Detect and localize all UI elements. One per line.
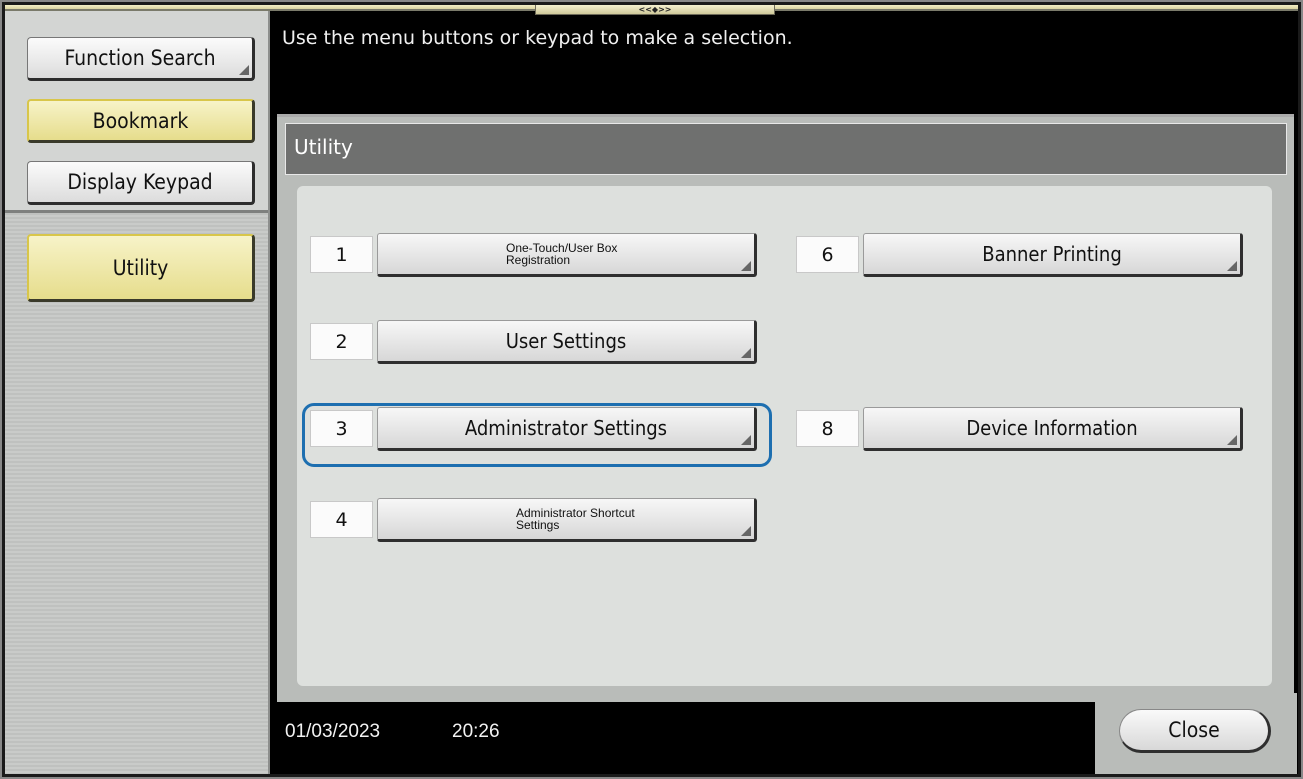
- bookmark-button[interactable]: Bookmark: [27, 99, 255, 143]
- device-information-button[interactable]: Device Information: [863, 407, 1243, 451]
- corner-triangle-icon: [741, 348, 751, 358]
- administrator-settings-button[interactable]: Administrator Settings: [377, 407, 757, 451]
- close-area: Close: [1095, 693, 1297, 774]
- menu-label-3: Administrator Settings: [464, 416, 668, 440]
- menu-number-3: 3: [310, 410, 373, 447]
- corner-triangle-icon: [1227, 435, 1237, 445]
- menu-label-6: Banner Printing: [982, 242, 1122, 266]
- function-search-button[interactable]: Function Search: [27, 37, 255, 81]
- menu-label-8: Device Information: [966, 416, 1138, 440]
- menu-number-8: 8: [796, 410, 859, 447]
- close-button[interactable]: Close: [1119, 709, 1271, 753]
- corner-triangle-icon: [741, 435, 751, 445]
- menu-label-1: One-Touch/User Box Registration: [506, 241, 618, 267]
- display-keypad-label: Display Keypad: [67, 170, 213, 194]
- left-panel: Function Search Bookmark Display Keypad …: [5, 11, 270, 774]
- date-display: 01/03/2023: [285, 721, 381, 742]
- corner-triangle-icon: [741, 261, 751, 271]
- menu-number-2: 2: [310, 323, 373, 360]
- instruction-message: Use the menu buttons or keypad to make a…: [282, 27, 793, 49]
- corner-triangle-icon: [239, 65, 249, 75]
- utility-title: Utility: [285, 123, 1287, 175]
- menu-label-4: Administrator Shortcut Settings: [516, 506, 635, 532]
- user-settings-button[interactable]: User Settings: [377, 320, 757, 364]
- drag-handle[interactable]: <<◆>>: [535, 5, 775, 15]
- banner-printing-button[interactable]: Banner Printing: [863, 233, 1243, 277]
- corner-triangle-icon: [741, 526, 751, 536]
- menu-number-1: 1: [310, 236, 373, 273]
- function-search-label: Function Search: [64, 46, 216, 70]
- one-touch-user-box-registration-button[interactable]: One-Touch/User Box Registration: [377, 233, 757, 277]
- bookmark-label: Bookmark: [92, 108, 189, 133]
- menu-number-4: 4: [310, 501, 373, 538]
- administrator-shortcut-settings-button[interactable]: Administrator Shortcut Settings: [377, 498, 757, 542]
- corner-triangle-icon: [1227, 261, 1237, 271]
- utility-sidebar-label: Utility: [112, 255, 169, 280]
- time-display: 20:26: [452, 721, 500, 742]
- screen-frame: <<◆>> Function Search Bookmark Display K…: [0, 0, 1303, 779]
- menu-number-6: 6: [796, 236, 859, 273]
- display-keypad-button[interactable]: Display Keypad: [27, 161, 255, 205]
- utility-sidebar-button[interactable]: Utility: [27, 234, 255, 302]
- menu-label-2: User Settings: [505, 329, 627, 353]
- left-top-section: Function Search Bookmark Display Keypad: [5, 11, 268, 213]
